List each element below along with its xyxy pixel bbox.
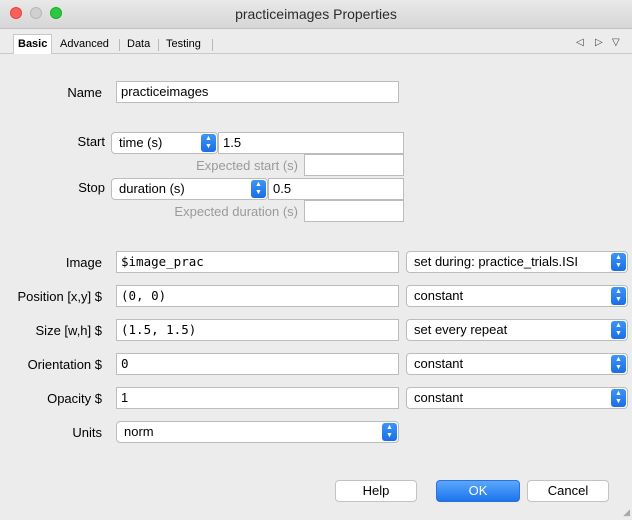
- size-update-value: set every repeat: [414, 322, 508, 337]
- stop-type-value: duration (s): [119, 181, 185, 196]
- orientation-update-value: constant: [414, 356, 464, 371]
- expected-duration-field[interactable]: [304, 200, 404, 222]
- tab-separator: [212, 39, 213, 51]
- image-update-select[interactable]: set during: practice_trials.ISI ▲ ▼: [406, 251, 628, 273]
- tab-menu-icon[interactable]: ▽: [612, 37, 620, 48]
- tab-separator: [158, 39, 159, 51]
- title-bar[interactable]: practiceimages Properties: [0, 0, 632, 29]
- orientation-field[interactable]: 0: [116, 353, 399, 375]
- position-update-value: constant: [414, 288, 464, 303]
- stop-type-select[interactable]: duration (s) ▲ ▼: [111, 178, 268, 200]
- orientation-update-select[interactable]: constant ▲ ▼: [406, 353, 628, 375]
- image-label: Image: [65, 255, 102, 270]
- orientation-label: Orientation $: [27, 357, 102, 372]
- cancel-button[interactable]: Cancel: [527, 480, 609, 502]
- ok-button[interactable]: OK: [436, 480, 520, 502]
- position-label: Position [x,y] $: [17, 289, 102, 304]
- tab-next-icon[interactable]: ▷: [595, 37, 603, 48]
- window-title: practiceimages Properties: [235, 6, 397, 22]
- position-update-select[interactable]: constant ▲ ▼: [406, 285, 628, 307]
- select-arrows-icon: ▲ ▼: [382, 423, 397, 441]
- tab-testing[interactable]: Testing: [162, 35, 205, 53]
- stop-label: Stop: [78, 180, 105, 195]
- select-arrows-icon: ▲ ▼: [611, 389, 626, 407]
- start-label: Start: [77, 134, 105, 149]
- start-type-value: time (s): [119, 135, 163, 150]
- start-type-select[interactable]: time (s) ▲ ▼: [111, 132, 218, 154]
- tab-bar: Basic Advanced Data Testing ◁ ▷ ▽: [0, 29, 632, 54]
- resize-grip-icon[interactable]: ◢: [623, 507, 630, 518]
- select-arrows-icon: ▲ ▼: [611, 287, 626, 305]
- tab-separator: [119, 39, 120, 51]
- stop-value-field[interactable]: 0.5: [268, 178, 404, 200]
- select-arrows-icon: ▲ ▼: [611, 321, 626, 339]
- expected-start-field[interactable]: [304, 154, 404, 176]
- units-select[interactable]: norm ▲ ▼: [116, 421, 399, 443]
- tab-basic[interactable]: Basic: [13, 34, 53, 54]
- select-arrows-icon: ▲ ▼: [611, 253, 626, 271]
- opacity-label: Opacity $: [47, 391, 102, 406]
- image-update-value: set during: practice_trials.ISI: [414, 254, 579, 269]
- size-update-select[interactable]: set every repeat ▲ ▼: [406, 319, 628, 341]
- tab-advanced[interactable]: Advanced: [56, 35, 113, 53]
- select-arrows-icon: ▲ ▼: [251, 180, 266, 198]
- tab-data[interactable]: Data: [123, 35, 154, 53]
- size-label: Size [w,h] $: [35, 323, 102, 338]
- tab-prev-icon[interactable]: ◁: [576, 37, 584, 48]
- help-button[interactable]: Help: [335, 480, 417, 502]
- opacity-field[interactable]: 1: [116, 387, 399, 409]
- units-label: Units: [72, 425, 102, 440]
- image-field[interactable]: $image_prac: [116, 251, 399, 273]
- expected-start-label: Expected start (s): [196, 158, 298, 173]
- expected-duration-label: Expected duration (s): [174, 204, 298, 219]
- name-label: Name: [67, 85, 102, 100]
- units-value: norm: [124, 424, 154, 439]
- select-arrows-icon: ▲ ▼: [611, 355, 626, 373]
- opacity-update-select[interactable]: constant ▲ ▼: [406, 387, 628, 409]
- properties-panel: Name practiceimages Start time (s) ▲ ▼ 1.…: [0, 54, 632, 520]
- name-field[interactable]: practiceimages: [116, 81, 399, 103]
- start-value-field[interactable]: 1.5: [218, 132, 404, 154]
- position-field[interactable]: (0, 0): [116, 285, 399, 307]
- select-arrows-icon: ▲ ▼: [201, 134, 216, 152]
- size-field[interactable]: (1.5, 1.5): [116, 319, 399, 341]
- opacity-update-value: constant: [414, 390, 464, 405]
